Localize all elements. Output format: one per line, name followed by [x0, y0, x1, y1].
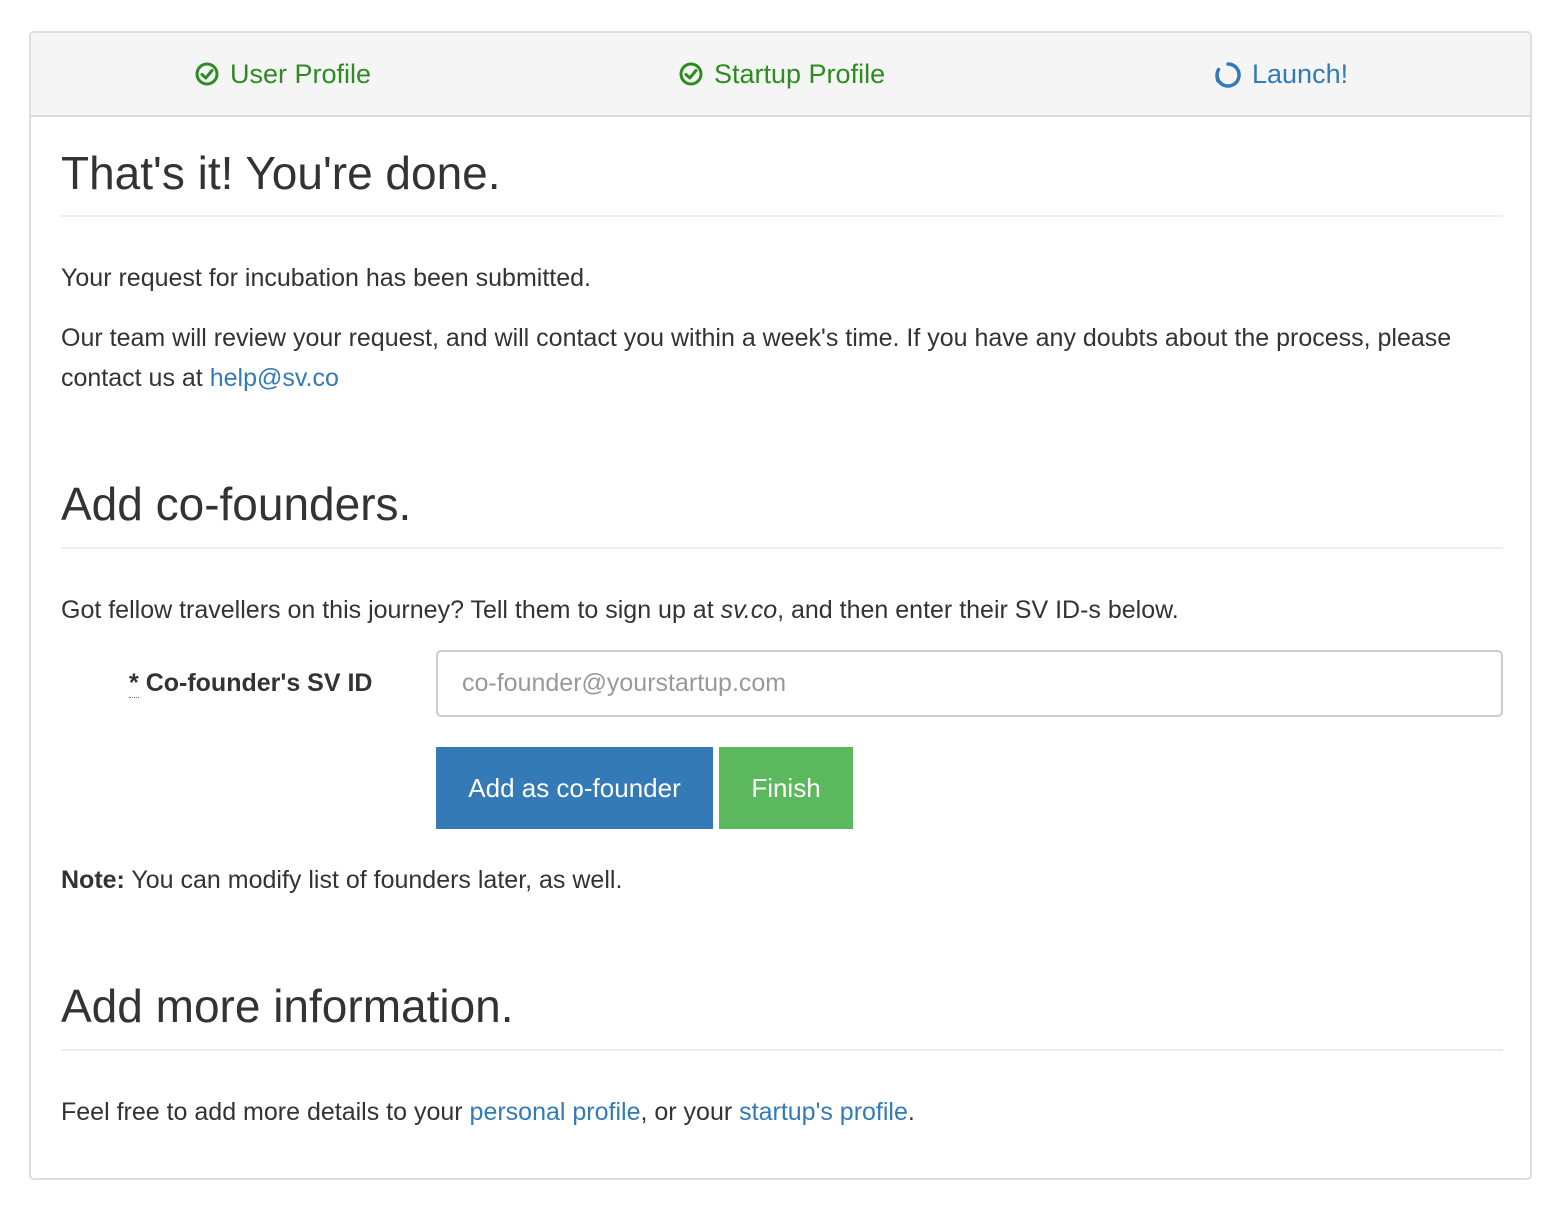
- check-circle-icon: [678, 61, 704, 87]
- more-info-heading: Add more information.: [61, 980, 514, 1032]
- intro-text: Got fellow travellers on this journey? T…: [61, 596, 721, 624]
- startup-profile-link[interactable]: startup's profile: [739, 1098, 908, 1126]
- intro-text-end: , and then enter their SV ID-s below.: [777, 596, 1179, 624]
- add-cofounder-button[interactable]: Add as co-founder: [436, 747, 713, 829]
- check-circle-icon: [194, 61, 220, 87]
- cofounder-id-input[interactable]: [436, 650, 1503, 717]
- step-user-profile[interactable]: User Profile: [194, 33, 371, 115]
- cofounders-heading: Add co-founders.: [61, 478, 412, 530]
- required-marker: *: [129, 669, 139, 698]
- site-name: sv.co: [720, 596, 778, 624]
- note-text: You can modify list of founders later, a…: [124, 866, 623, 894]
- more-info-after: .: [907, 1098, 915, 1126]
- step-launch[interactable]: Launch!: [1214, 33, 1348, 115]
- step-label: Launch!: [1252, 58, 1349, 89]
- founders-note: Note: You can modify list of founders la…: [61, 860, 1501, 900]
- more-info-text: Feel free to add more details to your pe…: [61, 1092, 1501, 1132]
- divider: [61, 215, 1503, 217]
- divider: [61, 547, 1503, 549]
- note-label: Note:: [61, 866, 125, 894]
- field-label-text: Co-founder's SV ID: [145, 669, 373, 697]
- step-label: User Profile: [230, 58, 372, 89]
- review-message: Our team will review your request, and w…: [61, 318, 1501, 398]
- step-label: Startup Profile: [714, 58, 886, 89]
- cofounders-intro: Got fellow travellers on this journey? T…: [61, 590, 1501, 630]
- more-info-before: Feel free to add more details to your: [61, 1098, 470, 1126]
- incubation-panel: User Profile Startup Profile Launch! Tha…: [29, 31, 1532, 1180]
- spinner-icon: [1214, 61, 1242, 88]
- finish-button[interactable]: Finish: [719, 747, 853, 829]
- progress-steps: User Profile Startup Profile Launch!: [31, 33, 1530, 117]
- done-heading: That's it! You're done.: [61, 147, 501, 199]
- more-info-middle: , or your: [640, 1098, 740, 1126]
- step-startup-profile[interactable]: Startup Profile: [678, 33, 885, 115]
- help-email-link[interactable]: help@sv.co: [210, 364, 339, 392]
- personal-profile-link[interactable]: personal profile: [470, 1098, 641, 1126]
- submitted-message: Your request for incubation has been sub…: [61, 264, 591, 292]
- divider: [61, 1049, 1503, 1051]
- cofounder-id-label: * Co-founder's SV ID: [129, 669, 372, 698]
